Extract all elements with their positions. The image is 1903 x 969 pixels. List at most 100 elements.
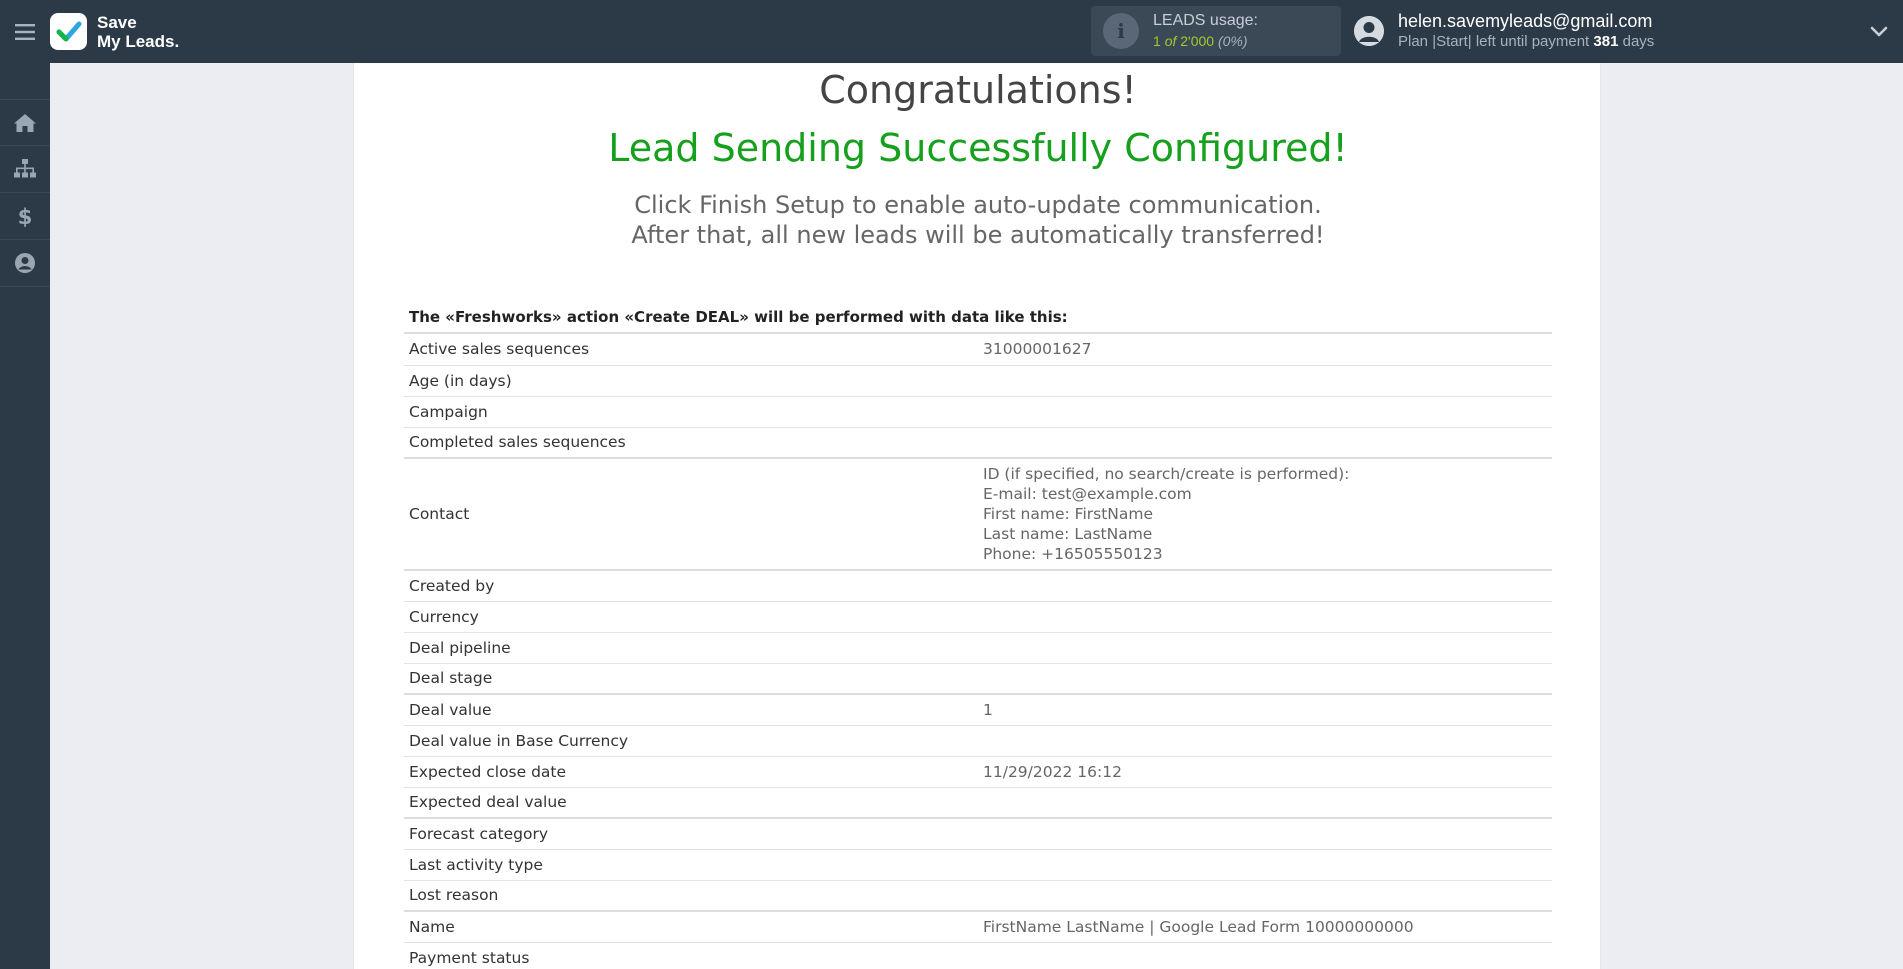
field-name: Payment status (404, 942, 978, 969)
chevron-down-icon[interactable] (1868, 20, 1890, 42)
field-name: Age (in days) (404, 365, 978, 397)
table-row: Lost reason (404, 880, 1552, 912)
hamburger-icon (15, 23, 35, 40)
table-row: Expected deal value (404, 787, 1552, 819)
table-row: Expected close date 11/29/2022 16:12 (404, 756, 1552, 788)
field-value (978, 849, 1552, 881)
field-name: Last activity type (404, 849, 978, 881)
plan-prefix: Plan |Start| left until payment (1398, 33, 1590, 50)
field-name: Deal value in Base Currency (404, 725, 978, 757)
svg-text:$: $ (18, 205, 33, 228)
usage-percent: (0%) (1217, 33, 1248, 49)
field-value (978, 396, 1552, 428)
field-value: ID (if specified, no search/create is pe… (978, 458, 1552, 571)
field-name: Created by (404, 570, 978, 602)
main-panel: Congratulations! Lead Sending Successful… (353, 63, 1601, 969)
table-row: Forecast category (404, 818, 1552, 850)
success-heading: Lead Sending Successfully Configured! (608, 126, 1348, 170)
data-preview-table: The «Freshworks» action «Create DEAL» wi… (404, 302, 1552, 969)
sitemap-icon (14, 159, 36, 178)
field-value (978, 632, 1552, 664)
field-name: Expected close date (404, 756, 978, 788)
sidebar-item-billing[interactable]: $ (0, 193, 50, 240)
field-value-line: Phone: +16505550123 (983, 545, 1163, 563)
plan-suffix: days (1622, 33, 1655, 50)
field-value (978, 880, 1552, 912)
field-value (978, 570, 1552, 602)
sidebar: $ (0, 63, 50, 969)
info-icon: i (1103, 13, 1139, 49)
field-name: Campaign (404, 396, 978, 428)
usage-count: 1 of 2'000 (0%) (1153, 31, 1258, 51)
field-name: Deal value (404, 694, 978, 726)
logo-line-1: Save (97, 12, 137, 32)
congratulations-heading: Congratulations! (819, 68, 1137, 112)
instructions-line-1: Click Finish Setup to enable auto-update… (634, 191, 1322, 219)
leads-usage-widget[interactable]: i LEADS usage: 1 of 2'000 (0%) (1091, 6, 1341, 56)
table-row: Active sales sequences 31000001627 (404, 334, 1552, 366)
field-value: FirstName LastName | Google Lead Form 10… (978, 911, 1552, 943)
table-row: Currency (404, 601, 1552, 633)
field-name: Contact (404, 458, 978, 571)
field-value (978, 427, 1552, 459)
table-row: Deal stage (404, 663, 1552, 695)
user-icon (15, 253, 35, 273)
table-row: Contact ID (if specified, no search/creat… (404, 458, 1552, 571)
usage-title: LEADS usage: (1153, 12, 1258, 29)
logo-line-2: My Leads. (97, 31, 180, 51)
table-caption: The «Freshworks» action «Create DEAL» wi… (404, 302, 1552, 334)
table-row: Deal value 1 (404, 694, 1552, 726)
sidebar-item-connections[interactable] (0, 146, 50, 193)
field-value-line: First name: FirstName (983, 505, 1154, 523)
usage-used: 1 (1153, 33, 1161, 49)
field-value (978, 725, 1552, 757)
table-row: Age (in days) (404, 365, 1552, 397)
usage-of: of (1164, 33, 1177, 49)
field-value-line: E-mail: test@example.com (983, 485, 1192, 503)
field-name: Expected deal value (404, 787, 978, 819)
field-name: Lost reason (404, 880, 978, 912)
hamburger-menu-button[interactable] (0, 0, 50, 63)
field-value (978, 818, 1552, 850)
field-value (978, 787, 1552, 819)
field-value: 31000001627 (978, 334, 1552, 366)
field-name: Active sales sequences (404, 334, 978, 366)
instructions-text: Click Finish Setup to enable auto-update… (354, 190, 1602, 250)
top-bar: Save My Leads. i LEADS usage: 1 of 2'000… (0, 0, 1903, 63)
field-value-line: Last name: LastName (983, 525, 1153, 543)
field-value (978, 942, 1552, 969)
field-name: Currency (404, 601, 978, 633)
field-value-line: ID (if specified, no search/create is pe… (983, 465, 1350, 483)
account-menu[interactable]: helen.savemyleads@gmail.com Plan |Start|… (1354, 6, 1654, 56)
field-name: Completed sales sequences (404, 427, 978, 459)
field-name: Deal stage (404, 663, 978, 695)
usage-total: 2'000 (1180, 33, 1215, 49)
logo-text: Save My Leads. (97, 13, 179, 51)
field-name: Forecast category (404, 818, 978, 850)
instructions-line-2: After that, all new leads will be automa… (631, 221, 1325, 249)
table-row: Completed sales sequences (404, 427, 1552, 459)
field-name: Deal pipeline (404, 632, 978, 664)
plan-days: 381 (1593, 33, 1619, 50)
table-row: Deal value in Base Currency (404, 725, 1552, 757)
field-name: Name (404, 911, 978, 943)
sidebar-item-home[interactable] (0, 99, 50, 146)
field-value: 11/29/2022 16:12 (978, 756, 1552, 788)
table-body: Active sales sequences 31000001627 Age (in… (404, 334, 1552, 969)
field-value (978, 663, 1552, 695)
table-row: Last activity type (404, 849, 1552, 881)
logo[interactable]: Save My Leads. (50, 0, 179, 63)
field-value (978, 601, 1552, 633)
dollar-icon: $ (18, 205, 33, 228)
field-value: 1 (978, 694, 1552, 726)
table-row: Name FirstName LastName | Google Lead For… (404, 911, 1552, 943)
field-value (978, 365, 1552, 397)
table-row: Payment status (404, 942, 1552, 969)
plan-status: Plan |Start| left until payment 381 days (1398, 32, 1654, 52)
avatar-icon (1354, 16, 1384, 46)
sidebar-item-account[interactable] (0, 240, 50, 287)
table-row: Deal pipeline (404, 632, 1552, 664)
home-icon (14, 113, 36, 132)
account-email: helen.savemyleads@gmail.com (1398, 11, 1653, 31)
table-row: Campaign (404, 396, 1552, 428)
